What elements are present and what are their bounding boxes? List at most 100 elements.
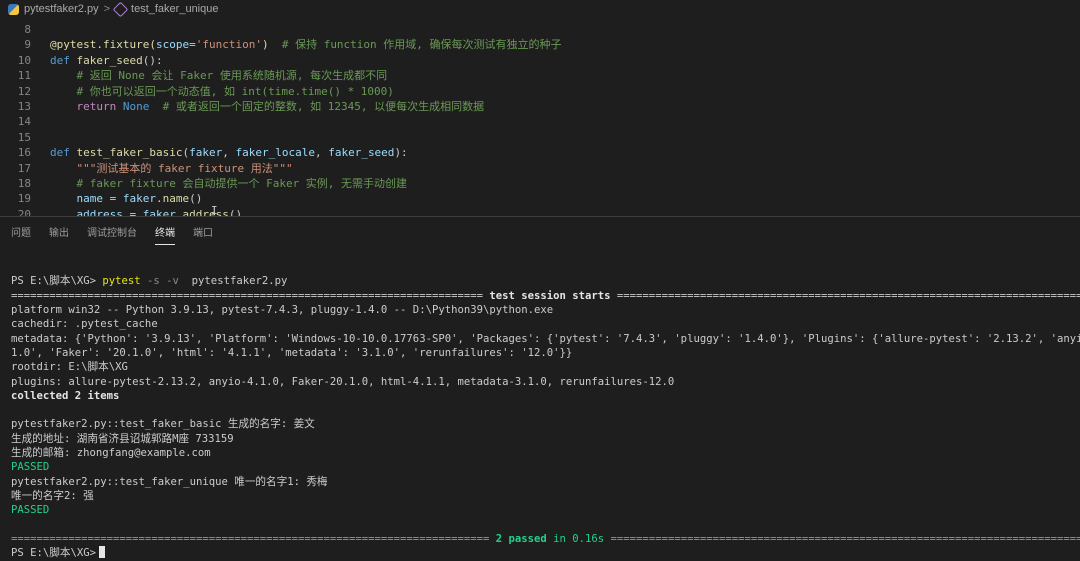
code-token: None [122, 100, 150, 113]
address-line: 生成的地址: 湖南省济县诏城郭路M座 733159 [11, 432, 234, 445]
panel-tab-3[interactable]: 终端 [155, 218, 175, 245]
code-token: ) [261, 38, 269, 52]
terminal-args: -s -v [140, 275, 179, 287]
code-token: test_faker_basic [76, 146, 183, 160]
code-token: def [50, 146, 77, 160]
cachedir-line: cachedir: .pytest_cache [11, 318, 158, 331]
test1-line: pytestfaker2.py::test_faker_basic 生成的名字:… [11, 418, 315, 431]
panel-tab-0[interactable]: 问题 [11, 218, 31, 245]
plugins-line: plugins: allure-pytest-2.13.2, anyio-4.1… [11, 375, 675, 388]
code-token: () [228, 207, 243, 216]
passed-line-1: PASSED [11, 461, 50, 474]
code-token: # 返回 None 会让 Faker 使用系统随机源, 每次生成都不同 [50, 69, 388, 83]
line-number: 18 [17, 177, 31, 190]
line-number: 17 [17, 161, 31, 175]
terminal-cursor [98, 545, 105, 558]
code-token: address [50, 207, 123, 216]
code-token: faker [122, 192, 156, 206]
session-header: ========================================… [11, 289, 1080, 303]
function-symbol-icon [112, 1, 129, 17]
email-line: 生成的邮箱: zhongfang@example.com [11, 446, 211, 459]
summary-rule-left: ========================================… [11, 532, 490, 545]
unique2-line: 唯一的名字2: 强 [11, 489, 94, 502]
code-token: # faker fixture 会自动提供一个 Faker 实例, 无需手动创建 [50, 177, 408, 190]
terminal-prompt-line[interactable]: PS E:\脚本\XG> [11, 545, 105, 560]
code-text: # 返回 None 会让 Faker 使用系统随机源, 每次生成都不同 [50, 68, 387, 83]
code-token: = [102, 192, 123, 206]
code-token: # 保持 function 作用域, 确保每次测试有独立的种子 [268, 38, 562, 52]
code-text: # faker fixture 会自动提供一个 Faker 实例, 无需手动创建 [50, 176, 407, 191]
code-editor[interactable]: 8 9 @pytest.fixture(scope='function') # 保持… [0, 19, 1080, 216]
text-cursor-icon: I [211, 204, 218, 216]
code-token: (): [142, 53, 163, 67]
line-number: 9 [24, 38, 31, 52]
line-number: 16 [17, 146, 31, 160]
terminal-command-line: PS E:\脚本\XG> pytest -s -v pytestfaker2.p… [11, 274, 287, 288]
code-text: return None # 或者返回一个固定的整数, 如 12345, 以便每次… [50, 99, 484, 114]
code-token: faker [189, 146, 223, 160]
metadata-line-2: 1.0', 'Faker': '20.1.0', 'html': '4.1.1'… [11, 346, 573, 359]
panel-tab-4[interactable]: 端口 [193, 218, 213, 245]
panel-tab-bar: 问题 输出 调试控制台 终端 端口 [0, 216, 1080, 246]
code-token: faker_seed [76, 53, 143, 67]
terminal-file-arg: pytestfaker2.py [178, 275, 288, 287]
terminal-prompt-2: PS E:\脚本\XG> [11, 546, 96, 559]
platform-line: platform win32 -- Python 3.9.13, pytest-… [11, 304, 554, 316]
code-text: """测试基本的 faker fixture 用法""" [50, 161, 293, 176]
code-text: name = faker.name() [50, 191, 202, 206]
line-number: 8 [24, 23, 31, 36]
code-token: name [50, 192, 103, 206]
code-text: @pytest.fixture(scope='function') # 保持 f… [50, 37, 562, 52]
test2-line: pytestfaker2.py::test_faker_unique 唯一的名字… [11, 475, 328, 488]
code-text: def faker_seed(): [50, 53, 163, 68]
breadcrumb-file[interactable]: pytestfaker2.py [24, 3, 99, 15]
code-token: scope [155, 38, 190, 52]
code-token: , [314, 146, 329, 160]
collected-line: collected 2 items [11, 389, 120, 402]
summary-rule-right: ========================================… [610, 532, 1080, 545]
breadcrumb-symbol[interactable]: test_faker_unique [131, 3, 218, 15]
summary-time: in 0.16s [546, 532, 611, 545]
metadata-line-1: metadata: {'Python': '3.9.13', 'Platform… [11, 332, 1080, 345]
code-token: name [162, 192, 190, 206]
passed-line-2: PASSED [11, 504, 50, 517]
code-token: """测试基本的 faker fixture 用法""" [50, 161, 293, 175]
code-token: 'function' [195, 38, 262, 52]
summary-passed: 2 passed [489, 532, 547, 545]
code-token: ): [394, 146, 408, 160]
code-token: @pytest.fixture( [50, 38, 156, 52]
line-number: 14 [17, 115, 31, 129]
code-token: address [182, 207, 229, 216]
rule-left: ========================================… [11, 289, 483, 302]
code-token: # 或者返回一个固定的整数, 如 12345, 以便每次生成相同数据 [149, 100, 485, 113]
rule-right: ========================================… [616, 289, 1080, 302]
python-file-icon [8, 3, 19, 15]
code-token: faker_seed [328, 146, 395, 160]
code-token: () [189, 192, 203, 206]
code-text: # 你也可以返回一个动态值, 如 int(time.time() * 1000) [50, 84, 394, 99]
line-number: 19 [17, 192, 31, 206]
summary-line: ========================================… [11, 532, 1080, 546]
terminal-prompt: PS E:\脚本\XG> [11, 275, 96, 287]
breadcrumb: pytestfaker2.py > test_faker_unique [0, 0, 1080, 18]
line-number: 15 [17, 130, 31, 144]
code-token: faker [142, 207, 176, 216]
session-title: test session starts [482, 289, 617, 302]
code-token: faker_locale [235, 146, 315, 160]
breadcrumb-separator: > [103, 3, 111, 15]
code-token: = [122, 207, 143, 216]
code-token: def [50, 53, 77, 67]
terminal[interactable]: PS E:\脚本\XG> pytest -s -v pytestfaker2.p… [0, 246, 1080, 561]
line-number: 13 [17, 100, 31, 113]
terminal-command: pytest [102, 275, 141, 287]
panel-tab-1[interactable]: 输出 [49, 218, 69, 245]
rootdir-line: rootdir: E:\脚本\XG [11, 361, 128, 374]
line-number: 11 [17, 69, 31, 83]
line-number: 10 [17, 53, 31, 67]
code-token: # 你也可以返回一个动态值, 如 int(time.time() * 1000) [50, 84, 394, 98]
panel-tab-2[interactable]: 调试控制台 [87, 218, 137, 245]
code-text: def test_faker_basic(faker, faker_locale… [50, 145, 408, 160]
code-token: , [222, 146, 236, 160]
code-token: return [50, 100, 123, 113]
line-number: 20 [17, 207, 31, 216]
